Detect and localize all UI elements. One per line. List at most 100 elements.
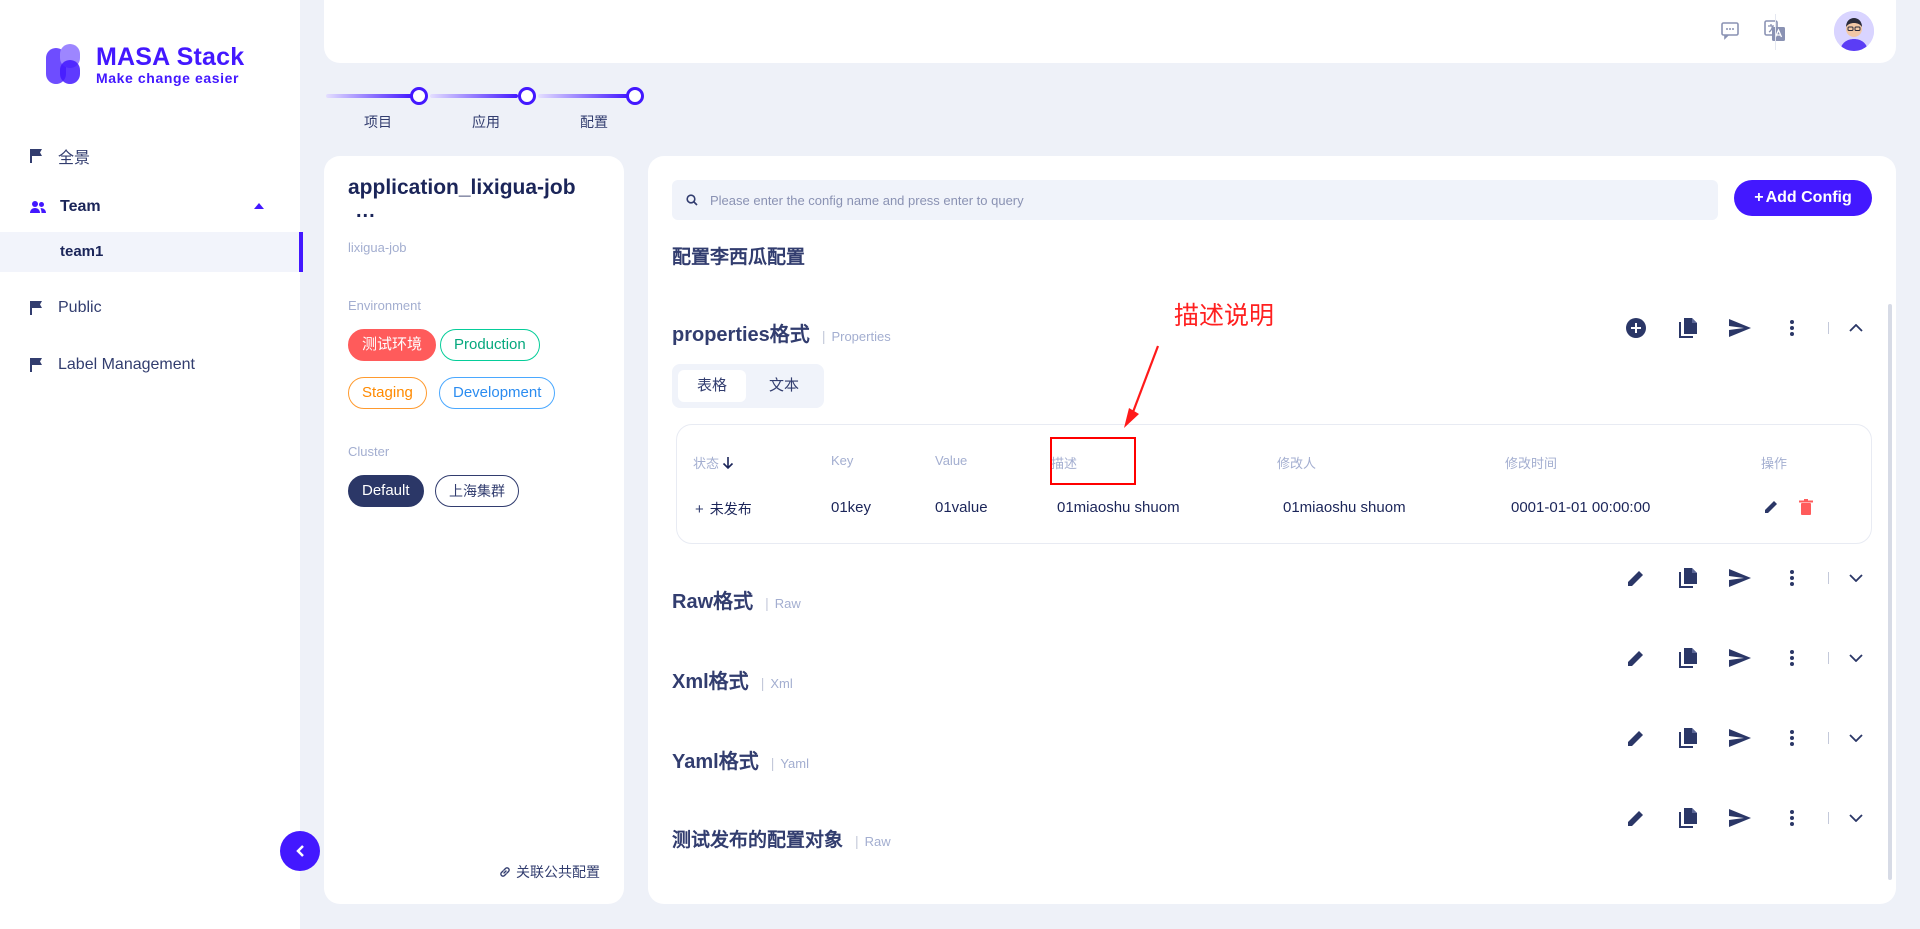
chevron-down-icon	[1849, 654, 1863, 663]
step-dot-app[interactable]	[518, 87, 536, 105]
message-icon[interactable]	[1720, 20, 1740, 40]
step-dot-config[interactable]	[626, 87, 644, 105]
add-item-button[interactable]	[1610, 318, 1662, 338]
add-config-button[interactable]: + Add Config	[1734, 180, 1872, 216]
more-button[interactable]	[1766, 810, 1818, 826]
scrollbar[interactable]	[1888, 304, 1892, 880]
expand-button[interactable]	[1849, 729, 1863, 747]
tab-text[interactable]: 文本	[750, 370, 818, 402]
chevron-down-icon	[1849, 574, 1863, 583]
config-type: Xml	[770, 676, 793, 691]
copy-button[interactable]	[1662, 728, 1714, 748]
annotation-highlight-box	[1050, 437, 1136, 485]
expand-button[interactable]	[1849, 569, 1863, 587]
th-modified-time: 修改时间	[1505, 456, 1558, 471]
search-input[interactable]	[710, 192, 1710, 208]
copy-button[interactable]	[1662, 318, 1714, 338]
config-name: properties格式	[672, 324, 810, 346]
publish-button[interactable]	[1714, 809, 1766, 827]
config-actions	[1610, 802, 1863, 834]
config-section-raw[interactable]: Raw格式 | Raw	[672, 585, 801, 614]
config-section-xml[interactable]: Xml格式 | Xml	[672, 665, 793, 694]
config-table: 状态 Key Value 描述 修改人 修改时间 操作 + 未发布 01key …	[676, 424, 1872, 544]
people-icon	[30, 201, 46, 213]
copy-button[interactable]	[1662, 568, 1714, 588]
logo[interactable]: MASA Stack Make change easier	[46, 44, 244, 86]
tab-table[interactable]: 表格	[678, 370, 746, 402]
th-value: Value	[935, 453, 968, 468]
send-icon	[1729, 569, 1751, 587]
config-section-test-publish[interactable]: 测试发布的配置对象 | Raw	[672, 825, 891, 852]
edit-icon	[1628, 731, 1643, 746]
sidebar-item-label-management[interactable]: Label Management	[30, 356, 195, 374]
avatar[interactable]	[1834, 11, 1874, 51]
config-name: 测试发布的配置对象	[672, 830, 844, 851]
config-actions	[1610, 722, 1863, 754]
copy-button[interactable]	[1662, 808, 1714, 828]
link-public-label: 关联公共配置	[516, 864, 600, 880]
more-menu-icon[interactable]: ...	[356, 200, 376, 223]
edit-icon[interactable]	[1763, 499, 1779, 515]
publish-button[interactable]	[1714, 569, 1766, 587]
flag-icon	[30, 149, 42, 163]
more-vertical-icon	[1790, 320, 1794, 336]
step-label-app[interactable]: 应用	[456, 112, 516, 132]
sidebar-item-team1[interactable]: team1	[0, 232, 303, 272]
view-toggle: 表格 文本	[672, 364, 824, 408]
env-chip-test[interactable]: 测试环境	[348, 329, 437, 361]
edit-button[interactable]	[1610, 569, 1662, 587]
cluster-chip-shanghai[interactable]: 上海集群	[435, 475, 519, 507]
sidebar-collapse-button[interactable]	[280, 831, 320, 871]
cluster-chip-default[interactable]: Default	[348, 475, 424, 507]
delete-icon[interactable]	[1799, 499, 1813, 515]
more-vertical-icon	[1790, 810, 1794, 826]
app-info-panel: application_lixigua-job ... lixigua-job …	[324, 156, 624, 904]
edit-icon	[1628, 651, 1643, 666]
config-section-yaml[interactable]: Yaml格式 | Yaml	[672, 745, 809, 774]
edit-button[interactable]	[1610, 809, 1662, 827]
annotation-arrow-icon	[1124, 345, 1160, 428]
config-name: Xml格式	[672, 671, 749, 693]
caret-up-icon[interactable]	[254, 203, 264, 209]
more-button[interactable]	[1766, 650, 1818, 666]
more-button[interactable]	[1766, 730, 1818, 746]
send-icon	[1729, 809, 1751, 827]
edit-button[interactable]	[1610, 729, 1662, 747]
brand-tagline: Make change easier	[96, 70, 240, 86]
annotation-text: 描述说明	[1174, 302, 1275, 330]
copy-button[interactable]	[1662, 648, 1714, 668]
send-icon	[1729, 649, 1751, 667]
publish-button[interactable]	[1714, 729, 1766, 747]
separator: |	[821, 328, 826, 344]
expand-button[interactable]	[1849, 809, 1863, 827]
more-vertical-icon	[1790, 570, 1794, 586]
app-subtitle: lixigua-job	[348, 240, 407, 255]
step-dot-project[interactable]	[410, 87, 428, 105]
more-button[interactable]	[1766, 320, 1818, 336]
env-chip-development[interactable]: Development	[439, 377, 556, 409]
action-divider	[1828, 652, 1829, 664]
env-chip-production[interactable]: Production	[440, 329, 540, 361]
publish-button[interactable]	[1714, 649, 1766, 667]
sidebar-item-overview[interactable]: 全景	[30, 144, 90, 168]
copy-icon	[1679, 568, 1697, 588]
env-chip-staging[interactable]: Staging	[348, 377, 427, 409]
th-status[interactable]: 状态	[693, 453, 734, 472]
th-actions: 操作	[1761, 456, 1788, 471]
link-public-config[interactable]: 关联公共配置	[498, 862, 600, 882]
config-panel: + Add Config 配置李西瓜配置 properties格式 | Prop…	[648, 156, 1896, 904]
publish-button[interactable]	[1714, 319, 1766, 337]
sidebar-item-team[interactable]: Team	[30, 198, 101, 216]
config-actions	[1610, 312, 1863, 344]
expand-icon[interactable]: +	[695, 501, 704, 518]
chevron-up-icon	[1849, 323, 1863, 332]
edit-button[interactable]	[1610, 649, 1662, 667]
sort-arrow-down-icon	[722, 456, 734, 469]
collapse-button[interactable]	[1849, 319, 1863, 337]
more-button[interactable]	[1766, 570, 1818, 586]
copy-icon	[1679, 318, 1697, 338]
separator: |	[765, 595, 769, 611]
sidebar-item-public[interactable]: Public	[30, 299, 102, 317]
step-label-project[interactable]: 项目	[348, 112, 408, 132]
expand-button[interactable]	[1849, 649, 1863, 667]
